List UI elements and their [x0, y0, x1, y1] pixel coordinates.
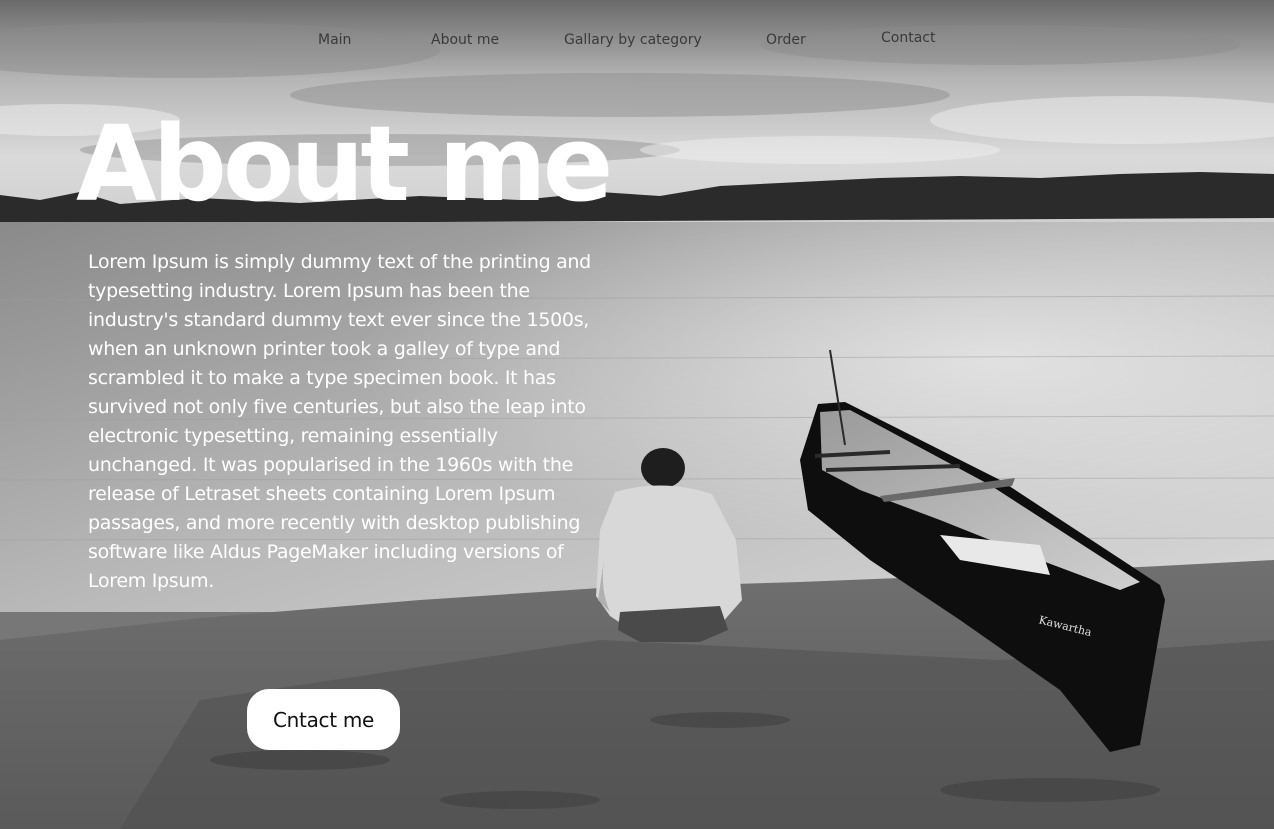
- top-nav: Main About me Gallary by category Order …: [0, 0, 1274, 80]
- nav-item-main[interactable]: Main: [318, 32, 351, 48]
- page-title: About me: [76, 103, 613, 225]
- nav-item-gallery-by-category[interactable]: Gallary by category: [564, 32, 702, 48]
- about-paragraph: Lorem Ipsum is simply dummy text of the …: [88, 251, 591, 592]
- nav-item-order[interactable]: Order: [766, 32, 806, 48]
- nav-item-contact[interactable]: Contact: [881, 30, 935, 46]
- contact-me-button[interactable]: Cntact me: [247, 689, 400, 750]
- nav-item-about-me[interactable]: About me: [431, 32, 499, 48]
- hero-section: Kawartha Main About me Gallary by catego…: [0, 0, 1274, 829]
